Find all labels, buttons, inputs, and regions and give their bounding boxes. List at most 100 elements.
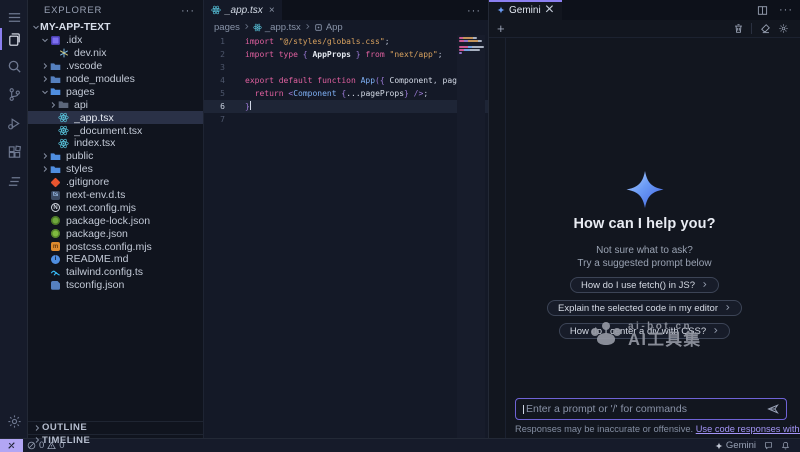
gear-icon[interactable]	[774, 23, 792, 34]
nextjs-icon: N	[49, 202, 62, 213]
tree-item-api[interactable]: api	[28, 98, 203, 111]
react-icon	[57, 125, 70, 136]
gemini-star-icon	[715, 442, 723, 450]
code-line: 2import type { AppProps } from "next/app…	[204, 48, 488, 61]
breadcrumb-pages[interactable]: pages	[214, 22, 240, 33]
tree-item-tailwind[interactable]: tailwind.config.ts	[28, 266, 203, 279]
tab-app-tsx[interactable]: _app.tsx ×	[204, 0, 283, 20]
editor-more-icon[interactable]: ···	[467, 5, 481, 17]
tree-item-tsconfig[interactable]: tsconfig.json	[28, 279, 203, 292]
folder-icon	[49, 151, 62, 162]
chevron-right-icon	[32, 436, 42, 444]
react-icon	[253, 23, 262, 32]
git-icon	[49, 177, 62, 188]
postcss-icon: m	[49, 241, 62, 252]
folder-icon	[49, 164, 62, 175]
tree-item-next-env[interactable]: ts next-env.d.ts	[28, 189, 203, 202]
watermark: ai-bot.cn AI工具集	[590, 321, 702, 349]
gemini-welcome-subtitle: Not sure what to ask? Try a suggested pr…	[489, 244, 800, 270]
chevron-right-icon	[724, 303, 731, 314]
tree-item-package-lock[interactable]: package-lock.json	[28, 214, 203, 227]
extensions-icon[interactable]	[0, 139, 28, 165]
tree-item-index-tsx[interactable]: index.tsx	[28, 137, 203, 150]
gemini-welcome-title: How can I help you?	[489, 216, 800, 232]
file-tree: MY-APP-TEXT .idx dev.nix .vscode	[28, 21, 203, 292]
explorer-icon[interactable]	[0, 26, 28, 52]
prompt-placeholder: Enter a prompt or '/' for commands	[526, 403, 767, 415]
chevron-right-icon	[304, 22, 311, 33]
caution-link[interactable]: Use code responses with caution	[696, 424, 800, 434]
close-icon[interactable]: ×	[545, 1, 554, 19]
chevron-right-icon	[243, 22, 250, 33]
idx-folder-icon	[49, 35, 62, 46]
watermark-name: AI工具集	[628, 332, 702, 349]
split-editor-icon[interactable]	[753, 5, 771, 16]
gemini-content: How can I help you? Not sure what to ask…	[489, 38, 800, 438]
feedback-icon[interactable]	[760, 439, 777, 452]
explorer-more-icon[interactable]: ···	[181, 5, 195, 17]
minimap[interactable]	[457, 35, 485, 438]
eraser-icon[interactable]	[756, 23, 774, 34]
chevron-right-icon	[40, 165, 49, 173]
settings-gear-icon[interactable]	[0, 408, 28, 434]
tree-item-public[interactable]: public	[28, 150, 203, 163]
tree-item-app-tsx[interactable]: _app.tsx	[28, 111, 203, 124]
code-area[interactable]: 1import "@/styles/globals.css"; 2import …	[204, 35, 488, 126]
trash-icon[interactable]	[729, 23, 747, 34]
run-debug-icon[interactable]	[0, 110, 28, 136]
remote-indicator[interactable]	[0, 439, 23, 452]
prompt-pill-explain[interactable]: Explain the selected code in my editor	[547, 300, 742, 316]
tree-item-readme[interactable]: i README.md	[28, 253, 203, 266]
tree-item-document-tsx[interactable]: _document.tsx	[28, 124, 203, 137]
idx-panel-icon[interactable]	[0, 168, 28, 194]
folder-icon	[57, 99, 70, 110]
new-chat-icon[interactable]: +	[497, 22, 505, 35]
text-cursor	[523, 405, 524, 414]
chevron-right-icon	[40, 62, 49, 70]
chevron-down-icon	[40, 36, 49, 44]
source-control-icon[interactable]	[0, 81, 28, 107]
tree-item-package-json[interactable]: package.json	[28, 227, 203, 240]
gemini-status[interactable]: Gemini	[711, 439, 760, 452]
notifications-bell-icon[interactable]	[777, 439, 794, 452]
search-icon[interactable]	[0, 53, 28, 79]
breadcrumb-file[interactable]: _app.tsx	[265, 22, 301, 33]
gemini-logo	[626, 171, 663, 213]
breadcrumb: pages _app.tsx App	[204, 20, 488, 35]
folder-icon	[49, 74, 62, 85]
editor-group: _app.tsx × ··· pages _app.tsx App 1impor…	[204, 0, 488, 438]
tree-item-styles[interactable]: styles	[28, 163, 203, 176]
breadcrumb-symbol[interactable]: App	[326, 22, 343, 33]
tree-item-devnix[interactable]: dev.nix	[28, 47, 203, 60]
tree-item-pages[interactable]: pages	[28, 85, 203, 98]
tree-item-postcss[interactable]: m postcss.config.mjs	[28, 240, 203, 253]
chevron-right-icon	[40, 152, 49, 160]
vscode-window: EXPLORER ··· MY-APP-TEXT .idx dev.nix	[0, 0, 800, 452]
outline-section[interactable]: OUTLINE	[28, 421, 203, 434]
tree-item-gitignore[interactable]: .gitignore	[28, 176, 203, 189]
code-line: 5 return <Component {...pageProps} />;	[204, 87, 488, 100]
prompt-pill-fetch[interactable]: How do I use fetch() in JS?	[570, 277, 719, 293]
prompt-input[interactable]: Enter a prompt or '/' for commands	[515, 398, 787, 420]
editor-tab-bar: _app.tsx × ···	[204, 0, 488, 20]
code-line: 1import "@/styles/globals.css";	[204, 35, 488, 48]
send-icon[interactable]	[767, 403, 779, 415]
tree-item-idx[interactable]: .idx	[28, 34, 203, 47]
gemini-star-icon	[497, 6, 505, 14]
chevron-down-icon	[31, 23, 40, 31]
explorer-header: EXPLORER ···	[28, 0, 203, 21]
code-line-current: 6}	[204, 100, 488, 113]
panel-more-icon[interactable]: ···	[779, 4, 793, 16]
tree-item-vscode[interactable]: .vscode	[28, 60, 203, 73]
explorer-sidebar: EXPLORER ··· MY-APP-TEXT .idx dev.nix	[28, 0, 204, 438]
code-line: 4export default function App({ Component…	[204, 74, 488, 87]
timeline-section[interactable]: TIMELINE	[28, 434, 203, 446]
tree-item-next-config[interactable]: N next.config.mjs	[28, 201, 203, 214]
tab-gemini[interactable]: Gemini ×	[489, 0, 562, 20]
explorer-title: EXPLORER	[44, 5, 102, 16]
tree-item-node-modules[interactable]: node_modules	[28, 73, 203, 86]
close-icon[interactable]: ×	[269, 5, 275, 16]
activity-bar	[0, 0, 28, 438]
tailwind-icon	[49, 267, 62, 278]
tree-root[interactable]: MY-APP-TEXT	[28, 21, 203, 34]
